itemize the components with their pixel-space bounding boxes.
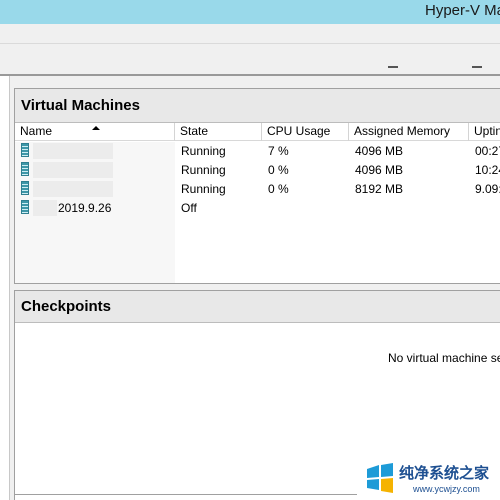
vm-cpu-usage: 7 % bbox=[268, 144, 289, 158]
vm-uptime: 10:24 bbox=[475, 163, 500, 177]
vm-state: Off bbox=[181, 201, 197, 215]
column-header-label: Uptin bbox=[474, 124, 500, 138]
vm-assigned-memory: 4096 MB bbox=[355, 144, 404, 158]
panel-title: Virtual Machines bbox=[21, 97, 140, 114]
table-row[interactable]: Running 0 % 8192 MB 9.09: bbox=[15, 180, 500, 199]
watermark-text: 纯净系统之家 bbox=[399, 465, 490, 482]
watermark: 纯净系统之家 www.ycwjzy.com bbox=[357, 457, 500, 500]
column-header-assigned-memory[interactable]: Assigned Memory bbox=[349, 123, 469, 141]
navigation-pane[interactable] bbox=[0, 76, 10, 500]
vm-state: Running bbox=[181, 182, 226, 196]
panel-header: Virtual Machines bbox=[15, 89, 500, 123]
watermark-logo-icon bbox=[367, 463, 393, 493]
vm-cpu-usage: 0 % bbox=[268, 163, 289, 177]
table-row[interactable]: 2019.9.26 Off bbox=[15, 199, 500, 218]
vm-uptime: 00:27 bbox=[475, 144, 500, 158]
vm-assigned-memory: 4096 MB bbox=[355, 163, 404, 177]
column-header-uptime[interactable]: Uptin bbox=[469, 123, 500, 141]
empty-state-message: No virtual machine selec bbox=[388, 351, 500, 365]
vm-icon bbox=[21, 181, 29, 195]
vm-uptime: 9.09: bbox=[475, 182, 500, 196]
toolbar bbox=[0, 44, 500, 76]
table-row[interactable]: Running 7 % 4096 MB 00:27 bbox=[15, 142, 500, 161]
column-header-label: Assigned Memory bbox=[354, 124, 451, 138]
window-title: Hyper-V Ma bbox=[425, 2, 500, 19]
panel-title: Checkpoints bbox=[21, 298, 112, 315]
watermark-url: www.ycwjzy.com bbox=[413, 484, 480, 494]
column-header-state[interactable]: State bbox=[175, 123, 262, 141]
virtual-machines-panel: Virtual Machines Name State CPU Usage As… bbox=[14, 88, 500, 284]
vm-icon bbox=[21, 162, 29, 176]
vm-state: Running bbox=[181, 144, 226, 158]
main-content: Virtual Machines Name State CPU Usage As… bbox=[0, 76, 500, 500]
column-header-cpu-usage[interactable]: CPU Usage bbox=[262, 123, 349, 141]
table-row[interactable]: Running 0 % 4096 MB 10:24 bbox=[15, 161, 500, 180]
redacted-vm-name bbox=[33, 143, 113, 159]
toolbar-glyph-icon[interactable] bbox=[472, 66, 482, 68]
redacted-vm-name bbox=[33, 181, 113, 197]
vm-icon bbox=[21, 200, 29, 214]
column-header-label: Name bbox=[20, 124, 53, 138]
redacted-vm-name bbox=[33, 162, 113, 178]
column-header-label: State bbox=[180, 124, 209, 138]
column-header-label: CPU Usage bbox=[267, 124, 331, 138]
vm-cpu-usage: 0 % bbox=[268, 182, 289, 196]
column-header-name[interactable]: Name bbox=[15, 123, 175, 141]
table-header: Name State CPU Usage Assigned Memory Upt… bbox=[15, 123, 500, 141]
vm-icon bbox=[21, 143, 29, 157]
title-bar: Hyper-V Ma bbox=[0, 0, 500, 24]
redacted-vm-name bbox=[33, 200, 57, 216]
vm-assigned-memory: 8192 MB bbox=[355, 182, 404, 196]
sort-ascending-icon bbox=[92, 126, 100, 130]
panel-header: Checkpoints bbox=[15, 291, 500, 323]
toolbar-glyph-icon[interactable] bbox=[388, 66, 398, 68]
vm-state: Running bbox=[181, 163, 226, 177]
menu-bar bbox=[0, 24, 500, 44]
vm-name: 2019.9.26 bbox=[58, 201, 112, 215]
